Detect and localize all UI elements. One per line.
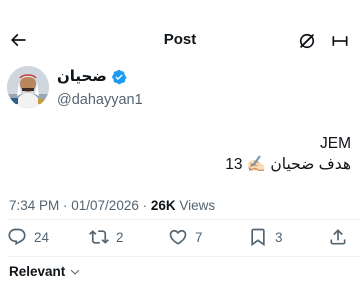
tweet-text-line-1: JEM (320, 135, 351, 152)
repost-button[interactable]: 2 (89, 224, 124, 250)
user-handle[interactable]: @dahayyan1 (57, 90, 143, 110)
tweet-text: JEM هدف ضحيان ✍🏻 13 (225, 133, 351, 175)
repost-count: 2 (116, 229, 124, 245)
divider (8, 219, 360, 220)
reply-icon (8, 228, 26, 246)
like-button[interactable]: 7 (168, 224, 203, 250)
grok-icon (299, 33, 315, 49)
chevron-down-icon (71, 269, 80, 275)
author-info: ضحيان @dahayyan1 (57, 67, 143, 110)
action-bar: 24 2 7 3 (0, 224, 360, 250)
reply-sort-dropdown[interactable]: Relevant (9, 264, 81, 279)
bookmark-icon (251, 228, 265, 247)
bookmark-count: 3 (275, 229, 283, 245)
like-count: 7 (195, 229, 203, 245)
repost-icon (89, 230, 109, 244)
views-count: 26K (150, 198, 176, 213)
bookmark-button[interactable]: 3 (248, 224, 283, 250)
tweet-text-line-2: هدف ضحيان ✍🏻 13 (225, 156, 351, 173)
avatar-image (7, 66, 49, 108)
grok-button[interactable] (296, 30, 318, 52)
share-button[interactable] (328, 224, 348, 250)
reply-button[interactable]: 24 (7, 224, 49, 250)
views-label: Views (175, 198, 216, 213)
display-name[interactable]: ضحيان (57, 67, 107, 87)
more-options-button[interactable] (328, 30, 352, 52)
timestamp[interactable]: 7:34 PM · 01/07/2026 · (9, 198, 151, 213)
top-bar: Post (0, 0, 360, 58)
avatar[interactable] (7, 66, 49, 108)
share-icon (330, 229, 346, 245)
more-vertical-icon (332, 36, 348, 47)
reply-count: 24 (34, 229, 50, 245)
tweet-meta: 7:34 PM · 01/07/2026 · 26K Views (9, 197, 215, 215)
heart-icon (169, 229, 187, 245)
verified-badge-icon (111, 69, 127, 85)
divider (8, 256, 360, 257)
display-name-row: ضحيان (57, 67, 143, 87)
sort-label: Relevant (9, 264, 66, 279)
